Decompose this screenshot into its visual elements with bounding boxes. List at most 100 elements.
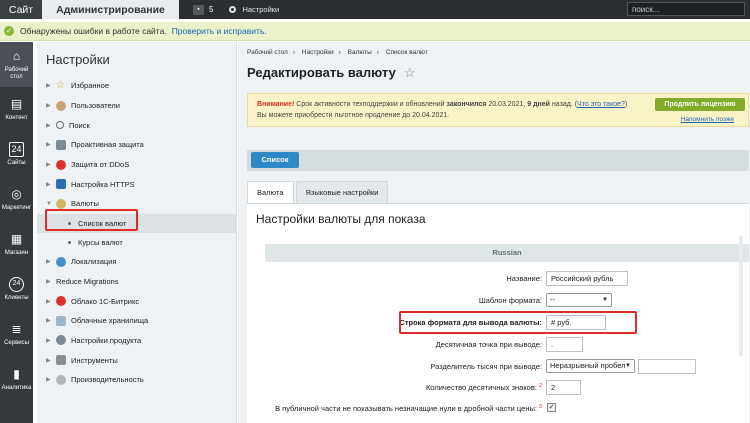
field-row-decimals-count: Количество десятичных знаков: 2 2 xyxy=(247,380,749,397)
gear-icon xyxy=(229,6,237,13)
tools-icon xyxy=(56,355,66,366)
sidebar-item-favorites[interactable]: ▶ ☆ Избранное xyxy=(37,76,236,96)
field-row-decimal: Десятичная точка при выводе: . xyxy=(247,337,749,354)
nav-services[interactable]: ≣ Сервисы xyxy=(0,312,33,357)
footnote-marker: 3 xyxy=(538,404,542,410)
sidebar-item-cloud-storage[interactable]: ▶ Облачные хранилища xyxy=(37,311,236,331)
sidebar-item-label: Инструменты xyxy=(71,355,118,365)
expand-arrow-icon[interactable]: ▶ xyxy=(46,181,56,188)
sidebar-item-bitrix-cloud[interactable]: ▶ Облако 1С-Битрикс xyxy=(37,291,236,311)
search-input[interactable]: поиск... xyxy=(627,2,745,16)
admin-tab[interactable]: Администрирование xyxy=(42,0,179,19)
hide-zeros-checkbox[interactable]: ✓ xyxy=(547,403,556,412)
nav-clients[interactable]: 24 Клиенты xyxy=(0,267,33,312)
expand-arrow-icon[interactable]: ▶ xyxy=(46,298,56,305)
nav-label: Рабочий стол xyxy=(4,66,29,80)
license-warning: Внимание! Срок активности техподдержки и… xyxy=(247,93,749,127)
nav-content[interactable]: ▤ Контент xyxy=(0,87,33,132)
gear-icon xyxy=(56,335,66,346)
nav-store[interactable]: ▦ Магазин xyxy=(0,222,33,267)
check-icon: ✓ xyxy=(4,26,14,36)
warning-attention: Внимание! xyxy=(257,101,295,108)
site-tab[interactable]: Сайт xyxy=(0,0,42,19)
highlight-box-format-row xyxy=(399,311,637,334)
tab-language-settings[interactable]: Языковые настройки xyxy=(295,181,389,203)
field-row-name: Название: Российский рубль xyxy=(247,271,749,288)
template-select[interactable]: -- ▼ xyxy=(546,293,612,307)
expand-arrow-icon[interactable]: ▶ xyxy=(46,258,56,265)
highlight-box-currency-list xyxy=(45,209,138,231)
thousands-custom-input[interactable] xyxy=(638,359,696,374)
expand-arrow-icon[interactable]: ▶ xyxy=(46,376,56,383)
sidebar-item-https[interactable]: ▶ Настройка HTTPS xyxy=(37,174,236,194)
sidebar-item-product-settings[interactable]: ▶ Настройки продукта xyxy=(37,331,236,351)
list-button[interactable]: Список xyxy=(251,152,299,168)
decimal-input[interactable]: . xyxy=(546,337,583,352)
thousands-selected-value: Неразрывный пробел xyxy=(550,361,626,370)
nav-label: Клиенты xyxy=(4,295,29,301)
name-input[interactable]: Российский рубль xyxy=(546,271,628,286)
nav-label: Магазин xyxy=(4,250,29,256)
favorite-star-icon[interactable]: ☆ xyxy=(404,65,416,80)
sidebar-item-label: Облачные хранилища xyxy=(71,316,149,326)
expand-arrow-icon[interactable]: ▶ xyxy=(46,141,56,148)
sidebar-item-localization[interactable]: ▶ Локализация xyxy=(37,252,236,272)
hide-zeros-label-text: В публичной части не показывать незначащ… xyxy=(275,404,537,413)
nav-label: Аналитика xyxy=(1,385,32,391)
what-is-it-link[interactable]: Что это такое? xyxy=(577,101,625,108)
sidebar-item-label: Настройка HTTPS xyxy=(71,179,135,189)
expand-arrow-icon[interactable]: ▼ xyxy=(46,201,56,207)
name-label: Название: xyxy=(506,274,542,283)
notifications-count: 5 xyxy=(209,5,214,14)
settings-sidebar: Настройки ▶ ☆ Избранное ▶ Пользователи ▶ Пои… xyxy=(37,42,237,423)
decimals-count-input[interactable]: 2 xyxy=(546,380,581,395)
expand-arrow-icon[interactable]: ▶ xyxy=(46,317,56,324)
remind-later-link[interactable]: Напомнить позже xyxy=(681,114,734,125)
settings-panel: Настройки валюты для показа Russian Назв… xyxy=(247,203,749,423)
expand-arrow-icon[interactable]: ▶ xyxy=(46,337,56,344)
sidebar-item-proactive[interactable]: ▶ Проактивная защита xyxy=(37,135,236,155)
sidebar-item-search[interactable]: ▶ Поиск xyxy=(37,115,236,135)
expand-arrow-icon[interactable]: ▶ xyxy=(46,102,56,109)
breadcrumb-item[interactable]: Рабочий стол xyxy=(247,49,288,56)
sidebar-item-tools[interactable]: ▶ Инструменты xyxy=(37,350,236,370)
sidebar-item-reduce-migrations[interactable]: ▶ Reduce Migrations xyxy=(37,272,236,292)
nav-sites[interactable]: 24 Сайты xyxy=(0,132,33,177)
nav-analytics[interactable]: ▮ Аналитика xyxy=(0,357,33,402)
tab-currency[interactable]: Валюта xyxy=(247,181,294,203)
expand-arrow-icon[interactable]: ▶ xyxy=(46,161,56,168)
decimals-count-label-text: Количество десятичных знаков: xyxy=(425,383,537,392)
sidebar-item-currency-rates[interactable]: Курсы валют xyxy=(37,233,236,252)
currency-icon xyxy=(56,198,66,209)
nav-label: Контент xyxy=(5,115,28,121)
shield-icon xyxy=(56,139,66,150)
sidebar-item-users[interactable]: ▶ Пользователи xyxy=(37,96,236,116)
expand-arrow-icon[interactable]: ▶ xyxy=(46,82,56,89)
thousands-select[interactable]: Неразрывный пробел ▼ xyxy=(546,359,635,373)
https-icon xyxy=(56,179,66,190)
layers-icon: ≣ xyxy=(11,322,22,336)
field-row-hide-zeros: В публичной части не показывать незначащ… xyxy=(247,401,749,418)
nav-desktop[interactable]: ⌂ Рабочий стол xyxy=(0,42,33,87)
breadcrumb-item[interactable]: Список валют xyxy=(386,49,428,56)
sidebar-item-label: Валюты xyxy=(71,199,99,209)
sidebar-item-performance[interactable]: ▶ Производительность xyxy=(37,370,236,390)
ddos-icon xyxy=(56,159,66,170)
sidebar-item-label: Избранное xyxy=(71,81,110,91)
renew-license-button[interactable]: Продлить лицензию xyxy=(655,98,745,111)
fix-link[interactable]: Проверить и исправить. xyxy=(172,26,267,36)
sidebar-item-label: Пользователи xyxy=(71,101,120,111)
language-header: Russian xyxy=(265,244,749,262)
sidebar-item-ddos[interactable]: ▶ Защита от DDoS xyxy=(37,155,236,175)
chevron-down-icon: ▼ xyxy=(625,363,631,369)
settings-button[interactable]: Настройки xyxy=(229,5,279,14)
breadcrumb-item[interactable]: Настройки xyxy=(302,49,334,56)
expand-arrow-icon[interactable]: ▶ xyxy=(46,357,56,364)
expand-arrow-icon[interactable]: ▶ xyxy=(46,278,56,285)
sidebar-item-label: Настройки продукта xyxy=(71,335,142,345)
notifications-button[interactable]: ▪ 5 xyxy=(193,4,214,15)
expand-arrow-icon[interactable]: ▶ xyxy=(46,122,56,129)
breadcrumb-item[interactable]: Валюты xyxy=(348,49,372,56)
breadcrumb-separator: › xyxy=(292,49,295,56)
nav-marketing[interactable]: ◎ Маркетинг xyxy=(0,177,33,222)
